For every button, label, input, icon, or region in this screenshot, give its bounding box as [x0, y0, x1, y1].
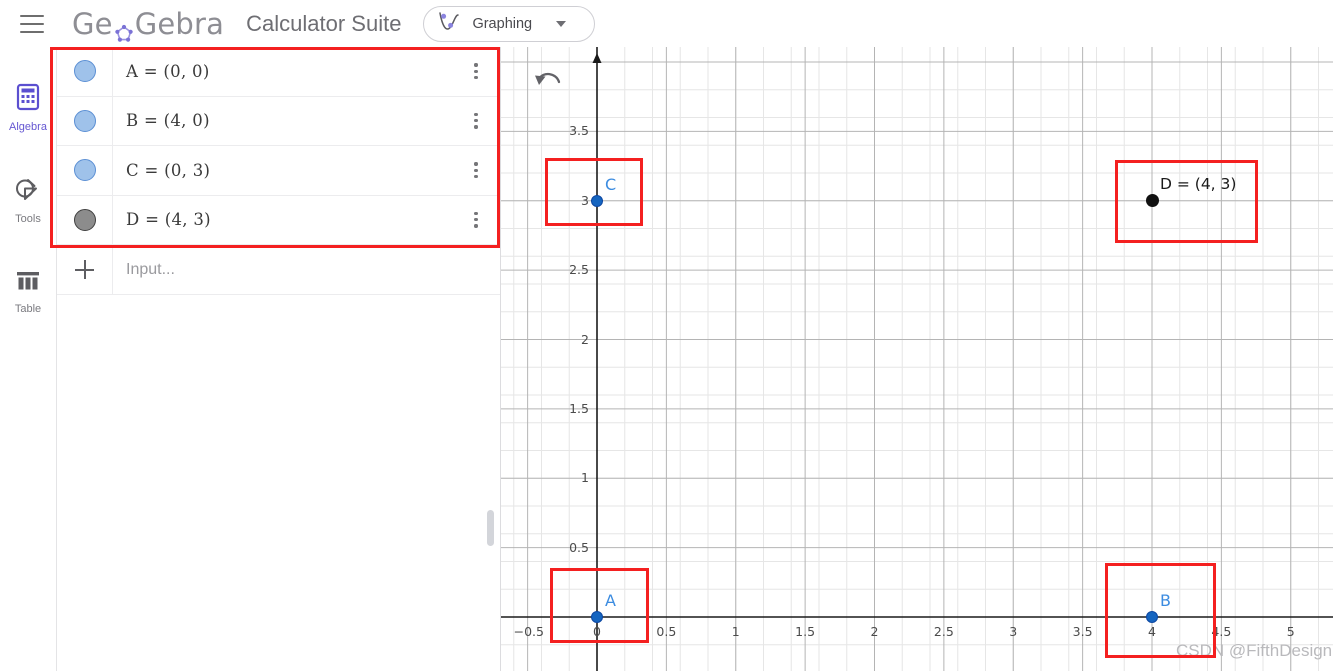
- calculator-grid-icon: [15, 83, 41, 116]
- x-axis-tick-label: 2: [870, 624, 879, 639]
- algebra-row-list: A = (0, 0) B = (4, 0) C = (0, 3) D = (4, 3): [57, 47, 500, 245]
- y-axis-tick-label: 1.5: [569, 400, 589, 416]
- algebra-row-equation: A = (0, 0): [126, 61, 210, 81]
- brand-text-right: Gebra: [134, 6, 225, 41]
- object-visibility-toggle[interactable]: [57, 96, 113, 145]
- plot-point-c[interactable]: [591, 194, 603, 207]
- algebra-row-equation: C = (0, 3): [126, 160, 211, 180]
- x-axis-tick-label: 0: [593, 624, 601, 639]
- algebra-row[interactable]: B = (4, 0): [57, 96, 500, 146]
- plot-point-label-d[interactable]: D = (4, 3): [1160, 175, 1236, 193]
- algebra-row-equation: B = (4, 0): [126, 111, 210, 131]
- plot-point-a[interactable]: [591, 611, 603, 623]
- y-axis-tick-label: 1: [581, 470, 589, 486]
- tools-shapes-icon: [14, 177, 42, 208]
- watermark-text: CSDN @FifthDesign: [1176, 641, 1333, 660]
- hamburger-menu-icon[interactable]: [20, 14, 44, 33]
- hamburger-bar: [20, 30, 44, 33]
- y-axis-tick-label: 2: [581, 331, 589, 347]
- algebra-view-panel: A = (0, 0) B = (4, 0) C = (0, 3) D = (4, 3)…: [57, 47, 501, 671]
- object-visibility-toggle[interactable]: [57, 195, 113, 244]
- plot-point-b[interactable]: [1146, 611, 1158, 623]
- x-axis-tick-label: 4.5: [1211, 624, 1232, 639]
- hamburger-bar: [20, 22, 44, 25]
- algebra-row[interactable]: D = (4, 3): [57, 195, 500, 245]
- plot-point-label-b[interactable]: B: [1160, 591, 1171, 610]
- chevron-down-icon: [556, 20, 567, 27]
- object-visibility-toggle[interactable]: [57, 47, 113, 96]
- object-visibility-toggle[interactable]: [57, 146, 113, 195]
- hamburger-bar: [20, 14, 44, 17]
- y-axis-tick-label: 2.5: [569, 262, 589, 278]
- sidebar-item-table[interactable]: Table: [0, 269, 56, 315]
- point-marker-icon: [73, 60, 96, 83]
- x-axis-tick-label: 3: [1009, 624, 1018, 639]
- algebra-row[interactable]: A = (0, 0): [57, 47, 500, 97]
- algebra-row[interactable]: C = (0, 3): [57, 146, 500, 196]
- app-picker-dropdown[interactable]: Graphing: [423, 5, 596, 42]
- x-axis-tick-label: 1.5: [795, 624, 816, 639]
- y-axis-tick-label: 0.5: [569, 539, 589, 555]
- page-title: Calculator Suite: [246, 10, 402, 36]
- x-axis-tick-label: 4: [1148, 624, 1156, 639]
- algebra-row-equation: D = (4, 3): [126, 210, 211, 230]
- point-marker-icon: [73, 159, 96, 182]
- y-axis-tick-label: 3.5: [569, 123, 589, 139]
- x-axis-tick-label: 0.5: [656, 624, 677, 639]
- table-columns-icon: [15, 269, 41, 298]
- point-marker-icon: [73, 109, 96, 132]
- sidebar-item-algebra[interactable]: Algebra: [0, 83, 56, 133]
- kebab-menu-icon[interactable]: [452, 211, 500, 228]
- y-axis-tick-label: 3: [581, 192, 589, 208]
- plus-icon: [75, 260, 94, 279]
- plot-point-label-a[interactable]: A: [605, 591, 616, 610]
- graphics-view[interactable]: A B C D = (4, 3) −0.5 0 0.5 1 1.5 2 2.5 3 3.5 4 4.5 5 0…: [501, 47, 1333, 671]
- geogebra-brand-logo[interactable]: Ge Gebra: [72, 6, 225, 42]
- left-navigation-rail: Algebra Tools Table: [0, 47, 57, 671]
- plot-point-label-c[interactable]: C: [605, 175, 616, 194]
- brand-text-left: Ge: [72, 6, 113, 41]
- coordinate-grid: [501, 47, 1333, 671]
- kebab-menu-icon[interactable]: [452, 112, 500, 129]
- sidebar-item-label: Tools: [15, 213, 41, 225]
- add-object-button[interactable]: [57, 245, 113, 294]
- undo-arrow-icon[interactable]: [531, 66, 565, 96]
- panel-resize-handle[interactable]: [487, 510, 494, 546]
- sidebar-item-tools[interactable]: Tools: [0, 177, 56, 225]
- kebab-menu-icon[interactable]: [452, 162, 500, 179]
- sidebar-item-label: Table: [14, 303, 42, 315]
- kebab-menu-icon[interactable]: [452, 63, 500, 80]
- app-header: Ge Gebra Calculator Suite Graphing: [0, 0, 1333, 47]
- app-picker-label: Graphing: [472, 15, 533, 32]
- x-axis-tick-label: −0.5: [513, 624, 544, 639]
- plot-point-d[interactable]: [1145, 194, 1159, 208]
- graphing-curve-icon: [436, 10, 462, 37]
- algebra-input-row[interactable]: Input...: [57, 245, 500, 295]
- geogebra-calculator-suite-window: Ge Gebra Calculator Suite Graphing Algeb…: [0, 0, 1333, 671]
- point-marker-icon: [73, 208, 96, 231]
- algebra-input-field[interactable]: Input...: [113, 261, 175, 279]
- geogebra-pentagon-logo-icon: [114, 17, 134, 42]
- x-axis-tick-label: 3.5: [1072, 624, 1093, 639]
- sidebar-item-label: Algebra: [9, 121, 47, 133]
- x-axis-tick-label: 2.5: [933, 624, 954, 639]
- x-axis-tick-label: 5: [1286, 624, 1295, 639]
- x-axis-tick-label: 1: [731, 624, 740, 639]
